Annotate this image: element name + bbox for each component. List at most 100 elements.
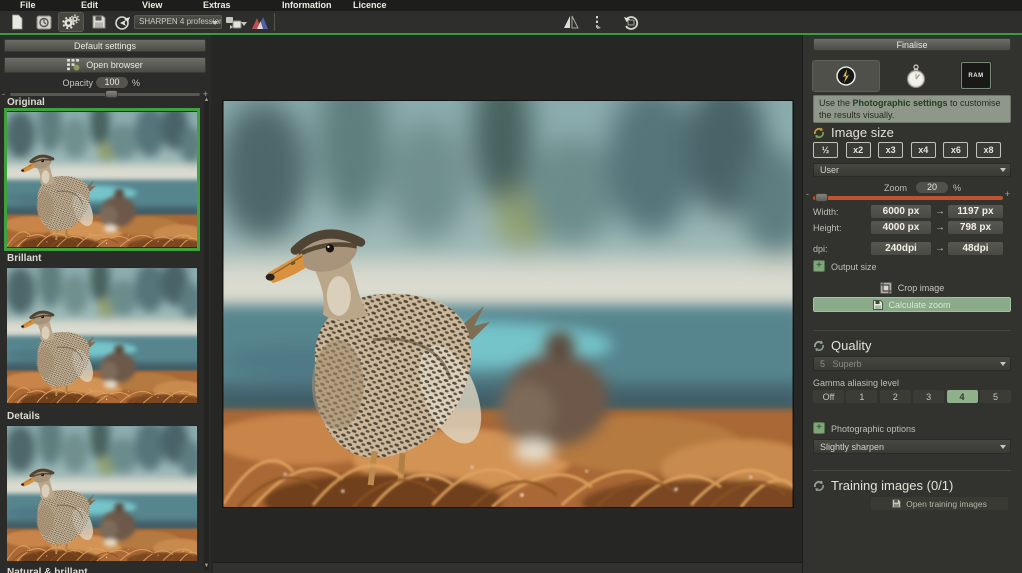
- zoom-plus[interactable]: +: [1005, 189, 1010, 199]
- crop-image-label: Crop image: [898, 283, 945, 293]
- dpi-from-field[interactable]: 240dpi: [871, 242, 931, 255]
- height-from-field[interactable]: 4000 px: [871, 221, 931, 234]
- opacity-minus[interactable]: -: [2, 89, 5, 99]
- open-browser-label: Open browser: [86, 60, 143, 70]
- menu-view[interactable]: View: [142, 0, 162, 11]
- gamma-off-button[interactable]: Off: [813, 390, 844, 403]
- hint-prefix: Use the: [819, 98, 853, 108]
- preset-thumbnail-details[interactable]: [7, 425, 197, 562]
- refresh-icon: [813, 340, 825, 352]
- zoom-minus[interactable]: -: [806, 189, 809, 199]
- photographic-options-label: Photographic options: [831, 424, 916, 434]
- width-from-field[interactable]: 6000 px: [871, 205, 931, 218]
- gamma-2-button[interactable]: 2: [880, 390, 911, 403]
- preset-label-next: Natural & brillant: [7, 567, 88, 573]
- menu-file[interactable]: File: [20, 0, 36, 11]
- preset-thumbnail-original[interactable]: [7, 111, 197, 248]
- scroll-up-icon[interactable]: ▲: [203, 97, 210, 104]
- open-training-images-button[interactable]: Open training images: [871, 497, 1008, 510]
- settings-panel: Finalise RAM Use the Photographic settin…: [802, 35, 1022, 573]
- gamma-level-row: Off 1 2 3 4 5: [813, 390, 1011, 403]
- scale-half-button[interactable]: ½: [813, 142, 838, 158]
- preset-label-brillant: Brillant: [7, 253, 41, 264]
- flip-horizontal-icon[interactable]: [560, 13, 582, 31]
- menu-extras[interactable]: Extras: [203, 0, 231, 11]
- stopwatch-icon: [906, 63, 926, 89]
- gamma-5-button[interactable]: 5: [980, 390, 1011, 403]
- preset-label-details: Details: [7, 411, 40, 422]
- output-size-checkbox[interactable]: +: [813, 260, 825, 272]
- settings-gears-icon[interactable]: [59, 13, 83, 31]
- zoom-slider[interactable]: - +: [813, 196, 1003, 200]
- scale-x3-button[interactable]: x3: [878, 142, 903, 158]
- menu-information[interactable]: Information: [282, 0, 332, 11]
- width-to-field[interactable]: 1197 px: [948, 205, 1003, 218]
- save-icon[interactable]: [88, 13, 110, 31]
- new-document-icon[interactable]: [6, 13, 28, 31]
- flip-vertical-icon[interactable]: [586, 13, 608, 31]
- dpi-to-field[interactable]: 48dpi: [948, 242, 1003, 255]
- gamma-3-button[interactable]: 3: [913, 390, 944, 403]
- scroll-down-icon[interactable]: ▼: [203, 563, 210, 570]
- refresh-icon: [813, 127, 825, 139]
- divider: [813, 330, 1011, 331]
- opacity-unit: %: [132, 78, 140, 88]
- tab-timer[interactable]: [899, 61, 933, 91]
- compare-views-dropdown-icon[interactable]: [241, 22, 247, 26]
- presets-scrollbar[interactable]: [204, 97, 209, 571]
- quality-header: Quality: [813, 338, 871, 353]
- scale-x4-button[interactable]: x4: [911, 142, 936, 158]
- refresh-icon: [813, 480, 825, 492]
- sharpen-mode-select[interactable]: Slightly sharpen: [813, 439, 1011, 454]
- rotate-icon[interactable]: [620, 13, 642, 31]
- main-preview-image[interactable]: [222, 100, 794, 508]
- grid-browser-icon: [67, 59, 80, 71]
- default-settings-button[interactable]: Default settings: [4, 39, 206, 52]
- chevron-down-icon: [1000, 445, 1006, 449]
- dpi-label: dpi:: [813, 244, 828, 254]
- scale-x6-button[interactable]: x6: [943, 142, 968, 158]
- scale-x8-button[interactable]: x8: [976, 142, 1001, 158]
- width-arrow: →: [935, 206, 945, 217]
- gamma-1-button[interactable]: 1: [846, 390, 877, 403]
- training-images-header: Training images (0/1): [813, 478, 953, 493]
- photographic-options-checkbox[interactable]: +: [813, 422, 825, 434]
- menu-licence[interactable]: Licence: [353, 0, 387, 11]
- menu-bar: File Edit View Extras Information Licenc…: [0, 0, 1022, 11]
- size-preset-value: User: [820, 165, 839, 175]
- quality-level-select[interactable]: 5 Superb: [813, 356, 1011, 371]
- height-to-field[interactable]: 798 px: [948, 221, 1003, 234]
- save-small-icon: [873, 300, 883, 310]
- calculate-zoom-button[interactable]: Calculate zoom: [813, 297, 1011, 312]
- size-preset-select[interactable]: User: [813, 163, 1011, 177]
- zoom-value[interactable]: 20: [916, 182, 948, 193]
- opacity-slider[interactable]: - +: [10, 93, 200, 96]
- tab-photographic-settings[interactable]: [813, 61, 879, 91]
- scale-x2-button[interactable]: x2: [846, 142, 871, 158]
- presets-panel: Default settings Open browser Opacity 10…: [0, 35, 211, 573]
- histogram-icon[interactable]: [249, 13, 271, 31]
- toolbar: SHARPEN 4 professional: [0, 11, 1022, 35]
- opacity-value[interactable]: 100: [96, 77, 128, 88]
- zoom-label: Zoom: [884, 183, 907, 193]
- crop-image-button[interactable]: Crop image: [813, 281, 1011, 295]
- preset-label-original: Original: [7, 97, 45, 108]
- open-image-icon[interactable]: [33, 13, 55, 31]
- opacity-slider-handle[interactable]: [105, 90, 118, 98]
- finalise-button[interactable]: Finalise: [813, 38, 1011, 51]
- hint-bold: Photographic settings: [853, 98, 948, 108]
- zoom-slider-handle[interactable]: [815, 193, 828, 202]
- preset-thumbnail-brillant[interactable]: [7, 267, 197, 404]
- canvas-area: [213, 35, 802, 573]
- calculate-zoom-label: Calculate zoom: [888, 300, 950, 310]
- version-selector[interactable]: SHARPEN 4 professional: [134, 15, 222, 29]
- tab-ram[interactable]: RAM: [961, 62, 991, 89]
- gamma-4-button[interactable]: 4: [947, 390, 978, 403]
- canvas-bottom-bar: [213, 562, 802, 573]
- scale-buttons-row: ½ x2 x3 x4 x6 x8: [813, 142, 1001, 158]
- open-browser-button[interactable]: Open browser: [4, 57, 206, 73]
- image-size-header: Image size: [813, 125, 894, 140]
- export-icon[interactable]: [111, 13, 133, 31]
- menu-edit[interactable]: Edit: [81, 0, 98, 11]
- gamma-aliasing-label: Gamma aliasing level: [813, 378, 899, 388]
